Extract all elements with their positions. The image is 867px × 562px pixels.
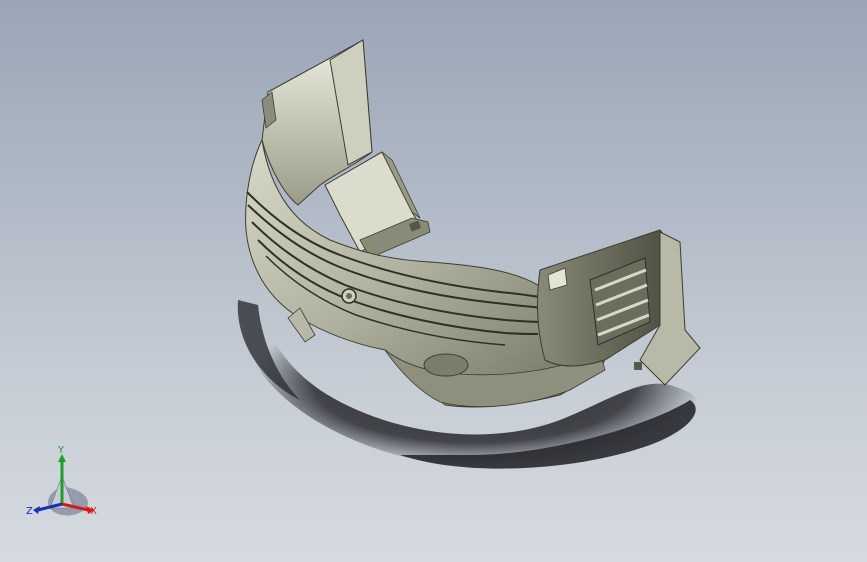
coordinate-triad: Y X Z: [24, 446, 104, 526]
triad-z-label: Z: [26, 506, 33, 517]
model-render[interactable]: [0, 0, 867, 562]
triad-y-label: Y: [58, 445, 65, 456]
right-flap: [537, 229, 701, 386]
graphics-viewport[interactable]: Y X Z: [0, 0, 867, 562]
triad-x-label: X: [90, 506, 97, 517]
